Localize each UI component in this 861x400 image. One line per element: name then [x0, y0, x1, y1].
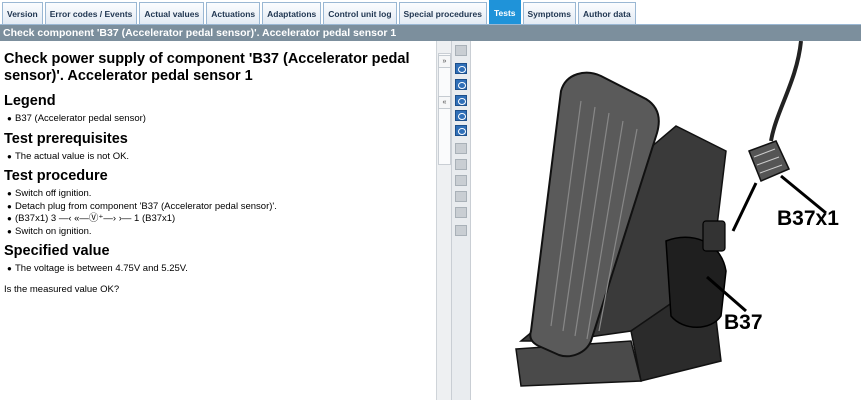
bullet-icon: ●: [7, 201, 12, 211]
prerequisites-heading: Test prerequisites: [4, 130, 128, 147]
tool-11-icon[interactable]: [455, 207, 467, 218]
page-icon[interactable]: [455, 45, 467, 56]
prerequisite-text: The actual value is not OK.: [15, 150, 130, 162]
scroll-thumb[interactable]: [438, 53, 451, 165]
image-toolbar: [451, 41, 471, 400]
tool-9-icon[interactable]: [455, 175, 467, 186]
fit-width-icon[interactable]: [455, 110, 467, 121]
bullet-icon: ●: [7, 214, 12, 223]
tab-actual-values[interactable]: Actual values: [139, 2, 205, 24]
bullet-icon: ●: [7, 114, 12, 123]
tab-symptoms[interactable]: Symptoms: [522, 2, 576, 24]
procedure-step-text: Switch on ignition.: [15, 225, 92, 237]
procedure-step-text: Detach plug from component 'B37 (Acceler…: [15, 200, 277, 212]
zoom-in-icon[interactable]: [455, 63, 467, 74]
zoom-out-icon[interactable]: [455, 79, 467, 90]
specified-value-text: The voltage is between 4.75V and 5.25V.: [15, 263, 188, 274]
tab-version[interactable]: Version: [2, 2, 43, 24]
tab-actuations[interactable]: Actuations: [206, 2, 261, 24]
tab-special-procedures[interactable]: Special procedures: [398, 2, 487, 24]
zoom-fit-icon[interactable]: [455, 95, 467, 106]
procedure-step-text: Switch off ignition.: [15, 188, 92, 199]
list-item: ● Switch off ignition.: [4, 188, 432, 201]
tab-adaptations[interactable]: Adaptations: [262, 2, 322, 24]
tab-author-data[interactable]: Author data: [577, 2, 636, 24]
specified-value-heading: Specified value: [4, 243, 110, 259]
fit-page-icon[interactable]: [455, 125, 467, 136]
title-bar: Check component 'B37 (Accelerator pedal …: [0, 25, 861, 41]
bullet-icon: ●: [7, 189, 12, 198]
callout-b37: B37: [724, 311, 763, 334]
tool-7-icon[interactable]: [455, 143, 467, 154]
list-item: ● Switch on ignition.: [4, 226, 432, 239]
test-content-pane: Check power supply of component 'B37 (Ac…: [0, 41, 436, 400]
procedure-heading: Test procedure: [4, 168, 108, 184]
page-title: Check power supply of component 'B37 (Ac…: [4, 51, 410, 84]
legend-heading: Legend: [4, 93, 56, 109]
component-illustration: B37x1 B37: [471, 41, 861, 400]
callout-b37x1: B37x1: [777, 207, 839, 230]
tool-10-icon[interactable]: [455, 191, 467, 202]
list-item: ● The voltage is between 4.75V and 5.25V.: [4, 263, 432, 276]
bullet-icon: ●: [7, 226, 12, 236]
list-item: ● The actual value is not OK.: [4, 151, 432, 164]
tool-12-icon[interactable]: [455, 225, 467, 236]
collapse-up-button[interactable]: »: [438, 55, 451, 68]
list-item: ● B37 (Accelerator pedal sensor): [4, 113, 432, 126]
measurement-formula: (B37x1) 3 —‹ «—Ⓥ⁺—› ›— 1 (B37x1): [15, 213, 176, 224]
vertical-scrollbar[interactable]: » «: [436, 41, 451, 400]
legend-item-text: B37 (Accelerator pedal sensor): [15, 113, 146, 124]
tab-error-codes[interactable]: Error codes / Events: [44, 2, 138, 24]
result-question: Is the measured value OK?: [4, 283, 120, 295]
bullet-icon: ●: [7, 264, 12, 273]
tab-tests[interactable]: Tests: [488, 0, 521, 24]
tab-bar: Version Error codes / Events Actual valu…: [0, 0, 861, 25]
tab-control-unit-log[interactable]: Control unit log: [323, 2, 397, 24]
tool-8-icon[interactable]: [455, 159, 467, 170]
list-item: ● (B37x1) 3 —‹ «—Ⓥ⁺—› ›— 1 (B37x1): [4, 213, 432, 226]
collapse-down-button[interactable]: «: [438, 96, 451, 109]
bullet-icon: ●: [7, 151, 12, 161]
list-item: ● Detach plug from component 'B37 (Accele…: [4, 201, 432, 214]
